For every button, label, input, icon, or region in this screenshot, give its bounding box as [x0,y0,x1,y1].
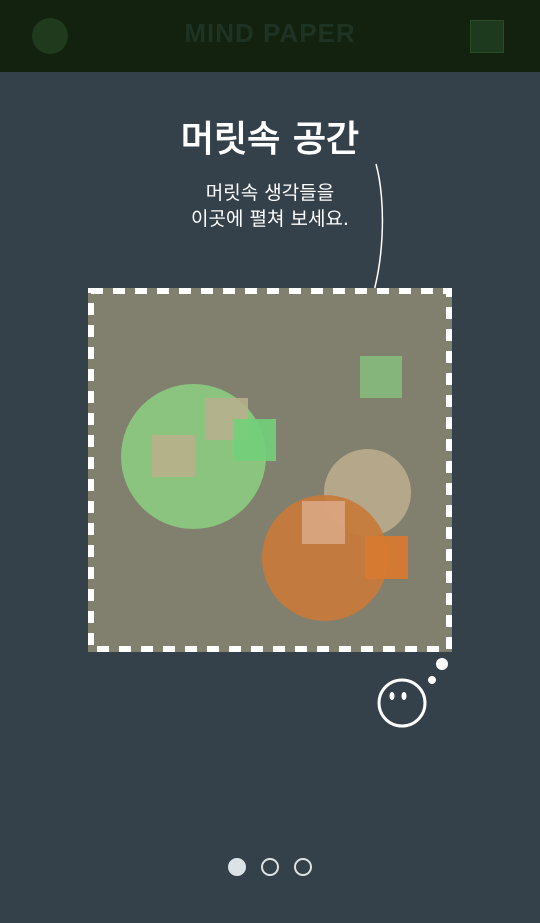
pagination-dots [0,858,540,878]
page-dot-3[interactable] [294,858,313,876]
page-subtitle: 머릿속 생각들을 이곳에 펼쳐 보세요. [0,180,540,232]
square-icon[interactable] [470,20,504,53]
page-dot-2[interactable] [261,858,279,876]
page-title: 머릿속 공간 [180,119,360,160]
top-bar: MIND PAPER [0,0,540,72]
canvas-dashed-border [88,288,452,652]
subtitle-line-2: 이곳에 펼쳐 보세요. [191,208,349,230]
subtitle-line-1: 머릿속 생각들을 [205,182,335,204]
app-title: MIND PAPER [184,18,356,48]
page-dot-1[interactable] [227,858,246,876]
thinking-face-icon [377,658,448,728]
